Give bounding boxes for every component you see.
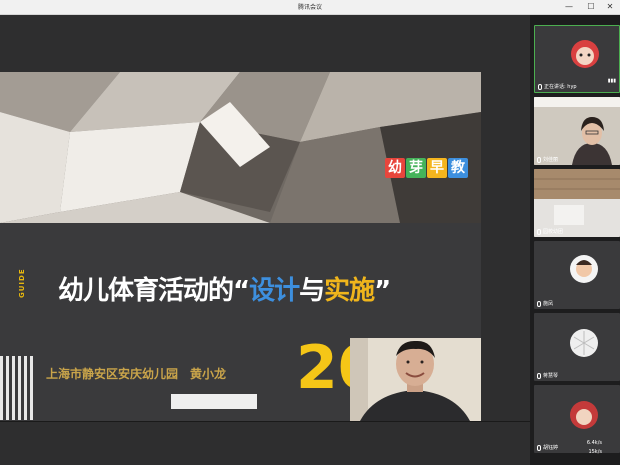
window-title: 腾讯会议 bbox=[297, 4, 322, 11]
slide-white-bar bbox=[171, 394, 257, 409]
title-highlight-design: 设计 bbox=[249, 276, 300, 306]
logo-char: 幼 bbox=[385, 158, 405, 178]
participant-tile[interactable]: 园校幼团 bbox=[534, 169, 620, 237]
avatar bbox=[570, 329, 598, 357]
shared-screen-area: 幼 芽 早 教 GUIDE 幼儿体育活动的“设计与实施” 上海市静安区安庆幼儿园… bbox=[0, 15, 530, 465]
participant-name: 胡钰婷 bbox=[543, 445, 559, 451]
mic-icon bbox=[537, 156, 541, 163]
participant-name: 正在讲话: hyp bbox=[544, 84, 577, 90]
guide-label: GUIDE bbox=[18, 268, 26, 298]
title-quote-open: “ bbox=[233, 276, 250, 306]
title-highlight-implement: 实施 bbox=[324, 276, 375, 306]
title-quote-close: ” bbox=[374, 276, 391, 306]
mic-icon bbox=[538, 83, 542, 90]
speaker-camera-overlay[interactable] bbox=[350, 338, 481, 421]
participant-name: 蒋慧琴 bbox=[543, 373, 559, 379]
participant-caption: 正在讲话: hyp bbox=[538, 83, 577, 90]
mic-icon bbox=[537, 300, 541, 307]
mic-icon bbox=[537, 372, 541, 379]
participant-video bbox=[534, 97, 620, 165]
participant-tile[interactable]: 刘佳丽 bbox=[534, 97, 620, 165]
presentation-slide: 幼 芽 早 教 GUIDE 幼儿体育活动的“设计与实施” 上海市静安区安庆幼儿园… bbox=[0, 72, 481, 421]
mic-icon bbox=[537, 444, 541, 451]
avatar bbox=[570, 401, 598, 429]
slide-title: 幼儿体育活动的“设计与实施” bbox=[58, 270, 391, 307]
participant-caption: 胡钰婷 bbox=[537, 444, 558, 451]
participant-video bbox=[534, 169, 620, 237]
minimize-icon[interactable]: — bbox=[563, 1, 575, 13]
participant-caption: 刘佳丽 bbox=[537, 156, 558, 163]
logo-char: 教 bbox=[448, 158, 468, 178]
participant-tile[interactable]: 胡钰婷 bbox=[534, 385, 620, 453]
participant-caption: 施凤 bbox=[537, 300, 553, 307]
mic-icon bbox=[537, 228, 541, 235]
participant-caption: 园校幼团 bbox=[537, 228, 563, 235]
participant-sidebar: › 正在讲话: hyp ▮▮▮ 刘佳丽 bbox=[530, 15, 620, 465]
participant-tile[interactable]: 蒋慧琴 bbox=[534, 313, 620, 381]
slide-subtitle: 上海市静安区安庆幼儿园 黄小龙 bbox=[46, 367, 227, 381]
avatar bbox=[570, 255, 598, 283]
participant-caption: 蒋慧琴 bbox=[537, 372, 558, 379]
participant-tile[interactable]: 正在讲话: hyp ▮▮▮ bbox=[534, 25, 620, 93]
upload-speed: 6.4k/s bbox=[586, 440, 602, 446]
participant-name: 园校幼团 bbox=[543, 229, 564, 235]
participant-name: 刘佳丽 bbox=[543, 157, 559, 163]
participant-name: 施凤 bbox=[543, 301, 554, 307]
brand-logo: 幼 芽 早 教 bbox=[385, 158, 468, 178]
participant-tile[interactable]: 施凤 bbox=[534, 241, 620, 309]
download-speed: 15k/s bbox=[588, 449, 602, 455]
decorative-stripes bbox=[0, 356, 33, 420]
slide-header-photo: 幼 芽 早 教 bbox=[0, 72, 481, 223]
close-icon[interactable]: ✕ bbox=[604, 1, 616, 13]
speaker-video bbox=[350, 338, 481, 421]
logo-char: 芽 bbox=[406, 158, 426, 178]
title-connector: 与 bbox=[299, 276, 325, 306]
title-text: 幼儿体育活动的 bbox=[58, 276, 234, 306]
signal-icon: ▮▮▮ bbox=[607, 78, 616, 84]
logo-char: 早 bbox=[427, 158, 447, 178]
toolbar-divider bbox=[0, 421, 530, 422]
geometric-panels-image bbox=[0, 72, 481, 223]
title-bar: 腾讯会议 — ☐ ✕ bbox=[0, 0, 620, 15]
maximize-icon[interactable]: ☐ bbox=[585, 1, 597, 13]
